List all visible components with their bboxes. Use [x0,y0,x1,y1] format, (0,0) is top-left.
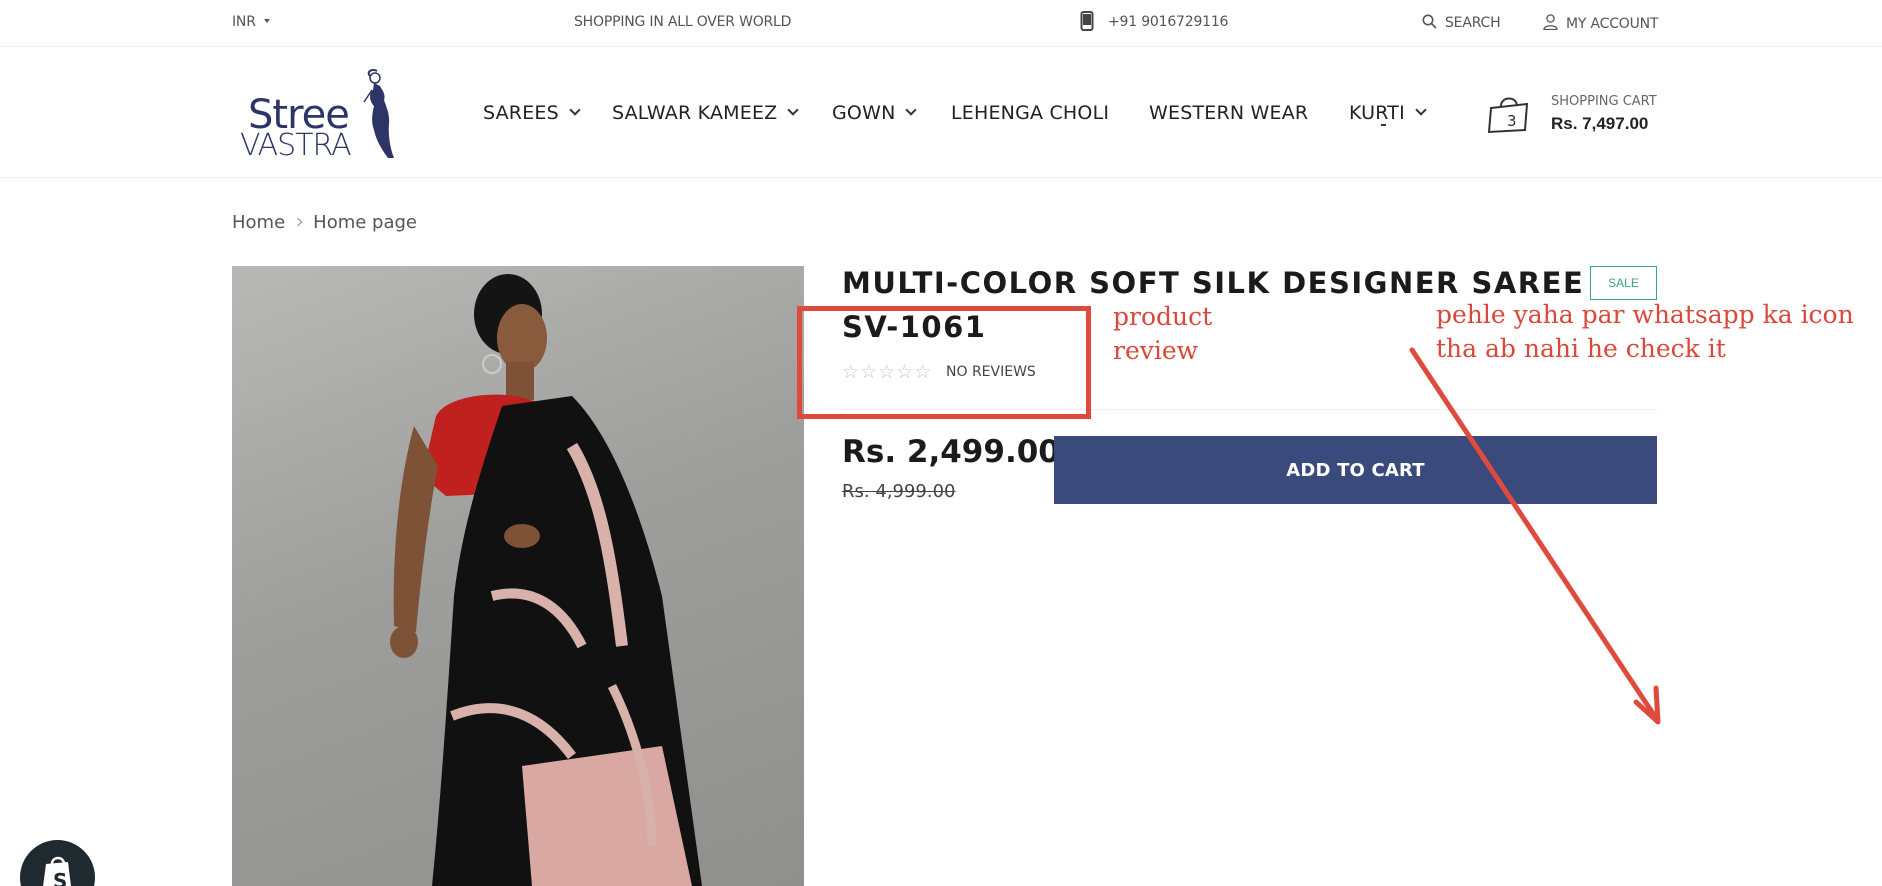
currency-label: INR [232,14,256,30]
breadcrumb: Home Home page [232,212,417,233]
account-link[interactable]: MY ACCOUNT [1543,14,1658,32]
phone-number: +91 9016729116 [1108,14,1229,30]
nav-item-gown[interactable]: GOWN [832,102,918,124]
chevron-down-icon [787,104,800,116]
currency-selector[interactable]: INR [232,14,270,30]
product-title: MULTI-COLOR SOFT SILK DESIGNER SAREE [842,266,1585,300]
shopify-badge[interactable]: S [20,840,95,886]
annotation-arrow-icon [1409,347,1661,725]
cart-total: Rs. 7,497.00 [1551,114,1649,133]
nav-active-indicator [1381,124,1386,126]
cart-count: 3 [1507,112,1517,130]
phone-icon [1080,11,1094,31]
nav-item-sarees[interactable]: SAREES [483,102,581,124]
cart-label: SHOPPING CART [1551,94,1657,109]
sale-badge: SALE [1590,266,1657,300]
nav-label: KURTI [1349,102,1405,124]
chevron-down-icon [905,104,918,116]
annotation-highlight-box [797,306,1091,419]
search-link[interactable]: SEARCH [1422,14,1501,31]
nav-item-salwar-kameez[interactable]: SALWAR KAMEEZ [612,102,800,124]
svg-text:S: S [53,869,67,886]
search-label: SEARCH [1445,15,1501,31]
site-logo[interactable]: Stree VASTRA [238,68,403,163]
nav-item-lehenga-choli[interactable]: LEHENGA CHOLI [951,102,1109,124]
product-price: Rs. 2,499.00 [842,434,1060,470]
search-icon [1422,14,1437,29]
breadcrumb-home-link[interactable]: Home [232,212,285,233]
shopify-icon: S [43,856,71,886]
compare-at-price: Rs. 4,999.00 [842,481,956,502]
annotation-note-review: product review [1113,302,1213,365]
user-icon [1543,14,1558,31]
nav-label: GOWN [832,102,896,124]
nav-label: SALWAR KAMEEZ [612,102,778,124]
saree-model-photo [390,274,702,886]
top-bar: INR SHOPPING IN ALL OVER WORLD +91 90167… [0,0,1882,47]
phone-contact[interactable]: +91 9016729116 [1080,11,1229,31]
nav-label: WESTERN WEAR [1149,102,1309,124]
breadcrumb-current: Home page [313,212,417,233]
account-label: MY ACCOUNT [1566,16,1659,32]
logo-word-vastra: VASTRA [240,128,352,163]
woman-silhouette-icon [363,68,394,158]
shopping-cart[interactable]: 3 SHOPPING CART Rs. 7,497.00 [1487,90,1667,150]
nav-label: LEHENGA CHOLI [951,102,1110,124]
nav-item-kurti[interactable]: KURTI [1349,102,1427,124]
caret-down-icon [263,19,270,23]
chevron-down-icon [569,104,581,116]
chevron-down-icon [1415,104,1427,116]
product-image[interactable] [232,266,804,886]
nav-item-western-wear[interactable]: WESTERN WEAR [1149,102,1308,124]
shipping-message: SHOPPING IN ALL OVER WORLD [574,14,792,30]
nav-label: SAREES [483,102,559,124]
chevron-right-icon [293,217,303,227]
site-header: Stree VASTRA SAREES SALWAR KAMEEZ GOWN L… [0,48,1882,178]
